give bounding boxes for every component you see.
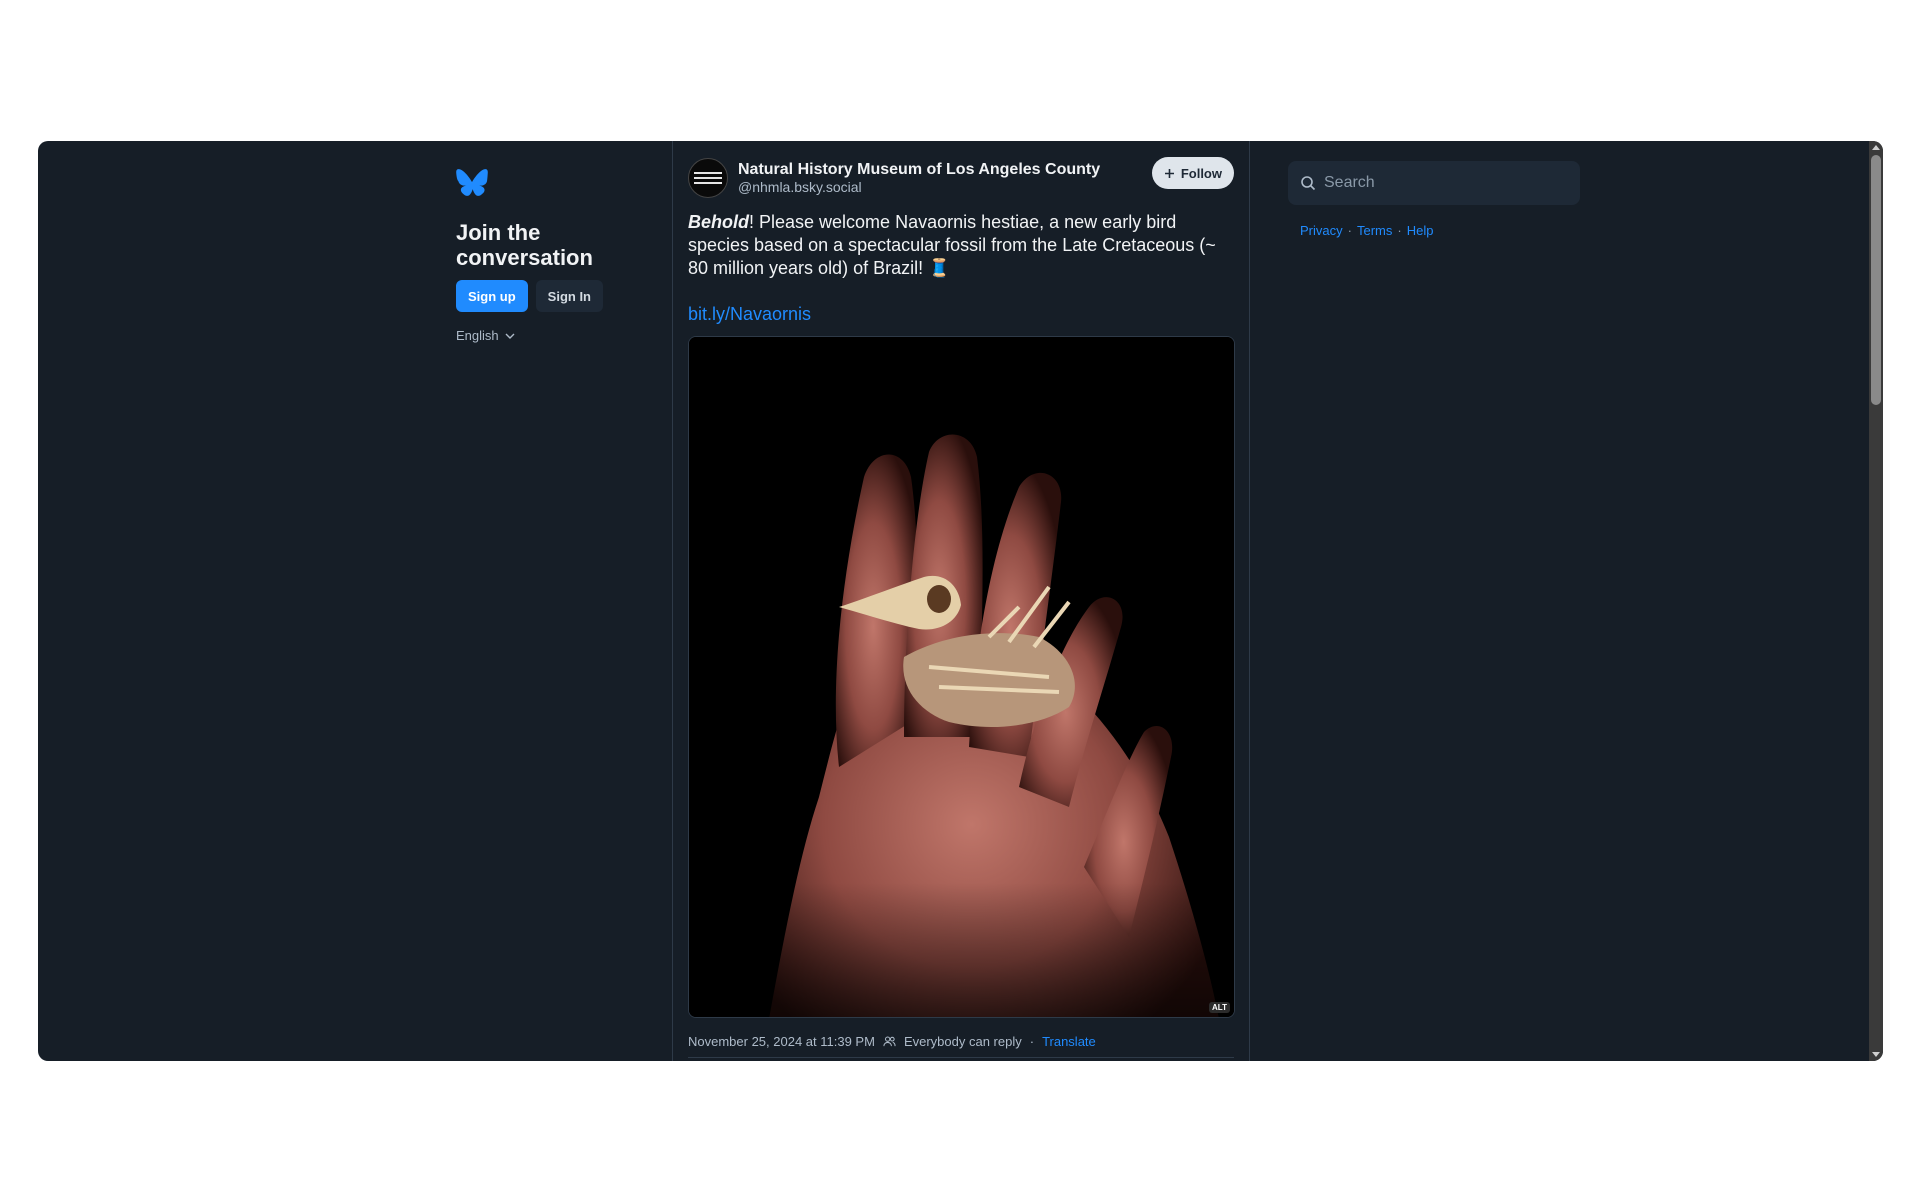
link-separator: ·: [1397, 223, 1402, 238]
terms-link[interactable]: Terms: [1357, 223, 1392, 238]
help-link[interactable]: Help: [1407, 223, 1434, 238]
follow-label: Follow: [1180, 165, 1222, 181]
post-link[interactable]: bit.ly/Navaornis: [688, 303, 1234, 326]
language-selector[interactable]: English: [456, 328, 656, 343]
signup-button[interactable]: Sign up: [456, 280, 528, 312]
footer-links: Privacy · Terms · Help: [1288, 223, 1580, 238]
author-info[interactable]: Natural History Museum of Los Angeles Co…: [738, 160, 1100, 196]
avatar-logo-icon: [694, 169, 722, 187]
follow-button[interactable]: Follow: [1151, 157, 1234, 189]
search-input[interactable]: [1324, 174, 1544, 192]
post-text-body: ! Please welcome Navaornis hestiae, a ne…: [688, 212, 1216, 278]
right-sidebar: Privacy · Terms · Help: [1288, 161, 1580, 238]
post-text: Behold! Please welcome Navaornis hestiae…: [688, 211, 1234, 280]
meta-separator: ·: [1029, 1034, 1035, 1049]
post-text-emphasis: Behold: [688, 212, 749, 232]
author-name[interactable]: Natural History Museum of Los Angeles Co…: [738, 160, 1100, 179]
people-icon: [883, 1036, 896, 1047]
butterfly-icon[interactable]: [456, 169, 488, 197]
chevron-down-icon: [505, 333, 515, 339]
language-label: English: [456, 328, 499, 343]
post-meta: November 25, 2024 at 11:39 PM Everybody …: [688, 1034, 1234, 1049]
post-header: Natural History Museum of Los Angeles Co…: [688, 157, 1234, 199]
post: Natural History Museum of Los Angeles Co…: [673, 141, 1249, 1058]
divider: [688, 1057, 1234, 1058]
privacy-link[interactable]: Privacy: [1300, 223, 1343, 238]
search-box[interactable]: [1288, 161, 1580, 205]
search-icon: [1301, 176, 1316, 191]
scrollbar-thumb[interactable]: [1871, 155, 1881, 405]
auth-buttons: Sign up Sign In: [456, 280, 656, 312]
plus-icon: [1164, 168, 1174, 178]
scrollbar[interactable]: [1869, 141, 1883, 1061]
left-sidebar: Join the conversation Sign up Sign In En…: [456, 169, 656, 343]
reply-setting: Everybody can reply: [903, 1034, 1022, 1049]
avatar[interactable]: [688, 158, 728, 198]
translate-link[interactable]: Translate: [1042, 1034, 1096, 1049]
alt-badge[interactable]: ALT: [1209, 1002, 1230, 1013]
join-title: Join the conversation: [456, 220, 593, 270]
scroll-up-arrow-icon[interactable]: [1872, 145, 1880, 150]
post-image[interactable]: ALT: [688, 336, 1235, 1018]
scroll-down-arrow-icon[interactable]: [1872, 1052, 1880, 1057]
link-separator: ·: [1347, 223, 1352, 238]
signin-button[interactable]: Sign In: [535, 280, 604, 312]
fossil-in-hand-image: [689, 337, 1234, 1017]
author-handle[interactable]: @nhmla.bsky.social: [738, 179, 1100, 196]
post-timestamp[interactable]: November 25, 2024 at 11:39 PM: [688, 1034, 875, 1049]
browser-window: Join the conversation Sign up Sign In En…: [38, 141, 1883, 1061]
post-thread-column: Natural History Museum of Los Angeles Co…: [672, 141, 1250, 1061]
